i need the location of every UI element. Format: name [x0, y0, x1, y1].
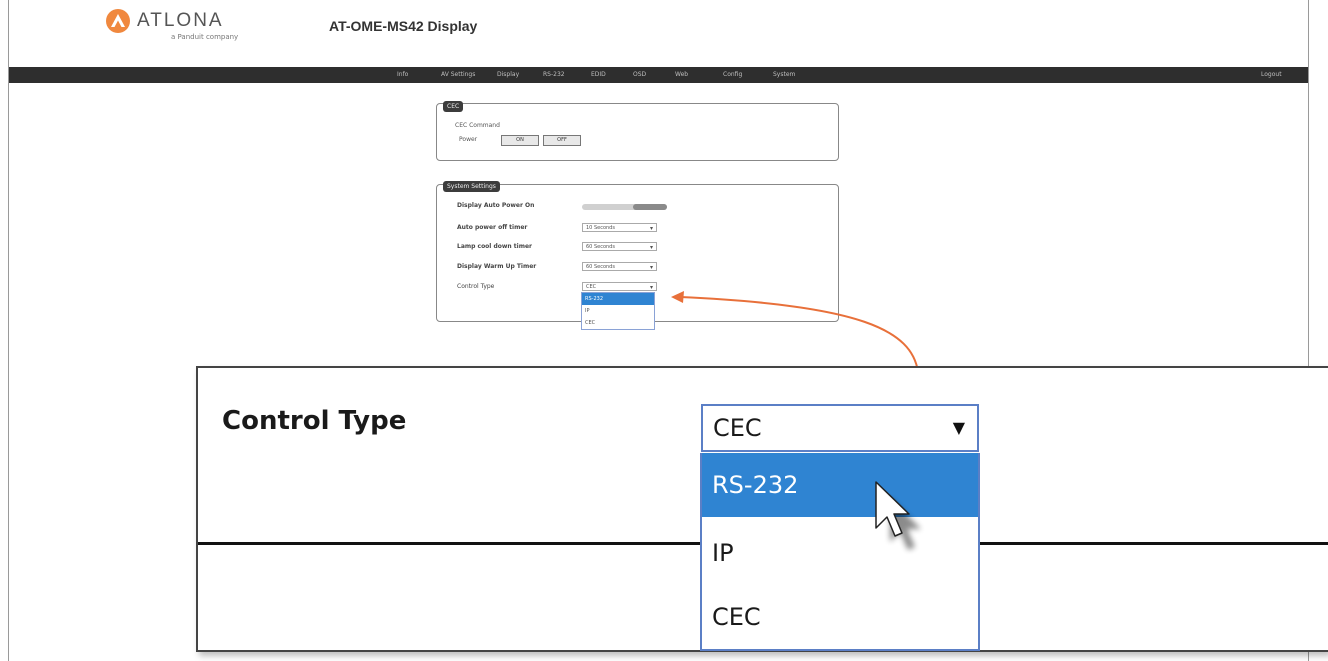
zoom-callout: Control Type CEC ▼ RS-232 IP CEC	[196, 366, 1328, 652]
control-type-option-rs232[interactable]: RS-232	[702, 453, 978, 517]
control-type-label: Control Type	[222, 406, 407, 436]
control-type-option-cec[interactable]: CEC	[702, 585, 978, 649]
control-type-dropdown: RS-232 IP CEC	[700, 453, 980, 651]
mouse-pointer-icon	[875, 481, 921, 550]
control-type-selected-value: CEC	[713, 414, 762, 442]
dropdown-caret-icon: ▼	[952, 418, 965, 437]
control-type-select[interactable]: CEC ▼	[701, 404, 979, 452]
control-type-option-ip[interactable]: IP	[702, 521, 978, 585]
